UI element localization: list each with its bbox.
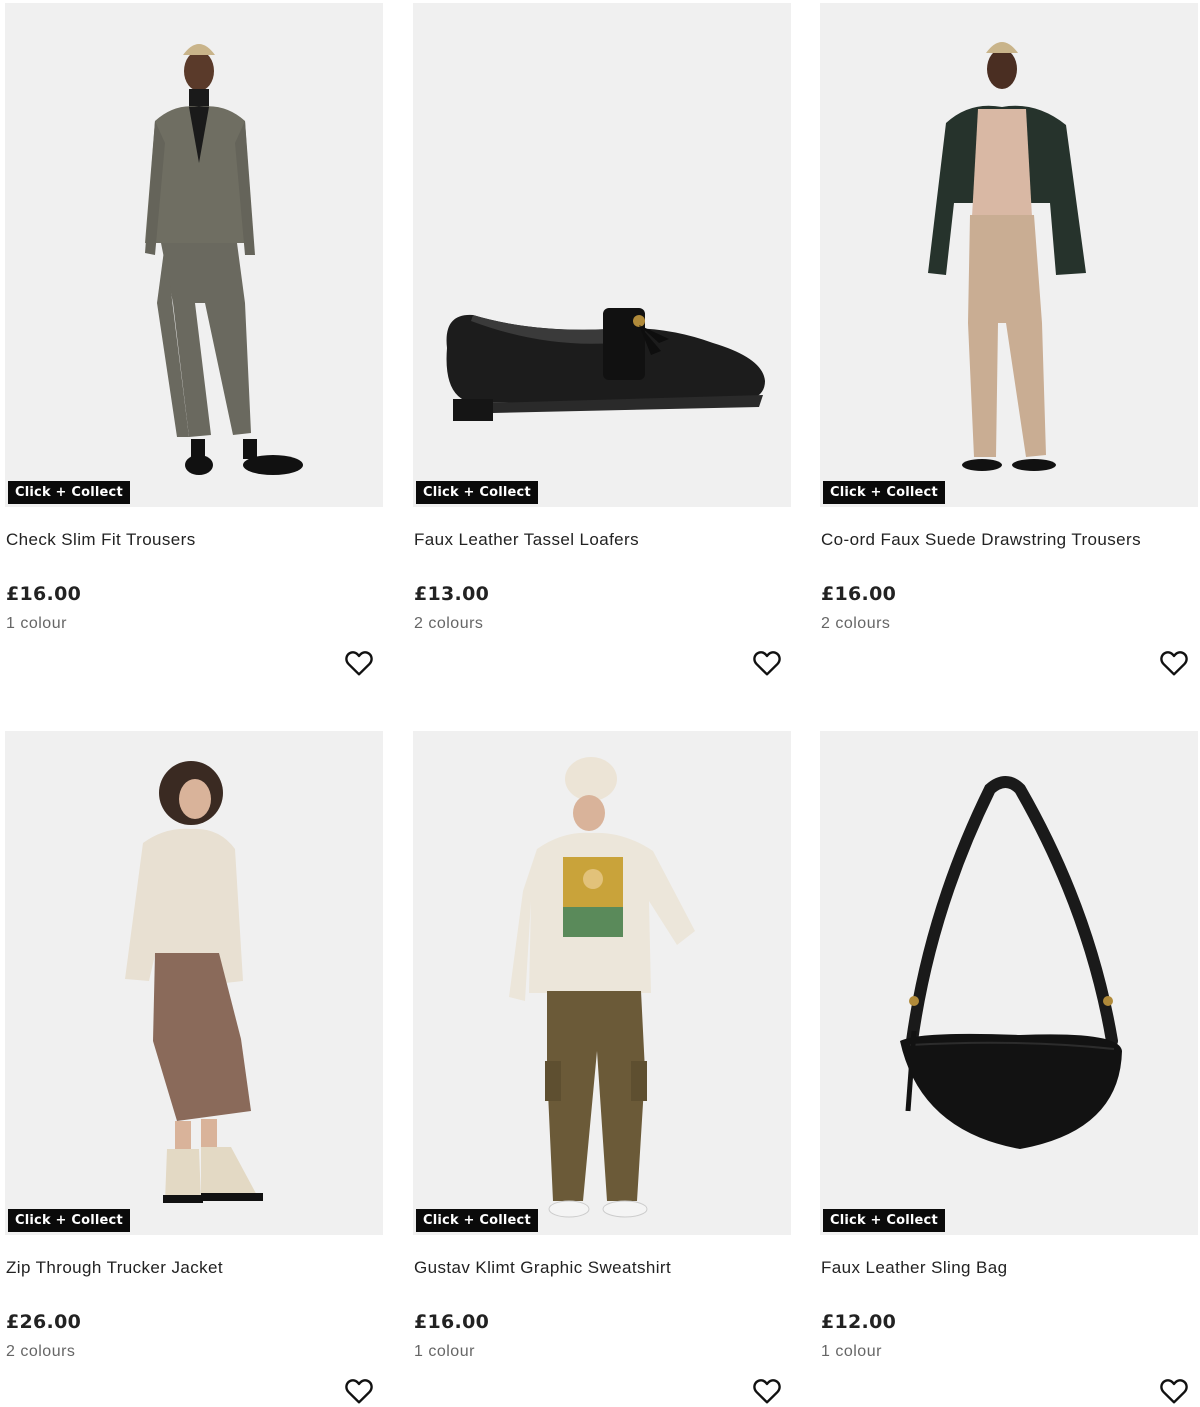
product-colour-count: 2 colours <box>6 1343 76 1360</box>
product-name[interactable]: Gustav Klimt Graphic Sweatshirt <box>414 1258 671 1278</box>
product-name[interactable]: Faux Leather Tassel Loafers <box>414 530 639 550</box>
product-price: £12.00 <box>821 1311 897 1333</box>
wishlist-heart-icon[interactable] <box>343 1375 375 1407</box>
model-check-suit-illustration <box>5 3 383 507</box>
product-card[interactable]: Click + Collect Gustav Klimt Graphic Swe… <box>413 731 791 1404</box>
product-price: £16.00 <box>821 583 897 605</box>
product-image-check-suit[interactable]: Click + Collect <box>5 3 383 507</box>
product-name[interactable]: Zip Through Trucker Jacket <box>6 1258 223 1278</box>
product-grid: Click + Collect Check Slim Fit Trousers … <box>0 0 1200 1405</box>
product-card[interactable]: Click + Collect Faux Leather Sling Bag £… <box>820 731 1198 1404</box>
product-price: £16.00 <box>414 1311 490 1333</box>
click-collect-badge: Click + Collect <box>823 481 945 504</box>
product-price: £16.00 <box>6 583 82 605</box>
product-colour-count: 1 colour <box>821 1343 882 1360</box>
click-collect-badge: Click + Collect <box>416 1209 538 1232</box>
model-bomber-beige-trousers-illustration <box>820 3 1198 507</box>
click-collect-badge: Click + Collect <box>416 481 538 504</box>
product-name[interactable]: Check Slim Fit Trousers <box>6 530 196 550</box>
product-image-trucker-jacket[interactable]: Click + Collect <box>5 731 383 1235</box>
model-klimt-sweatshirt-illustration <box>413 731 791 1235</box>
wishlist-heart-icon[interactable] <box>1158 647 1190 679</box>
product-price: £26.00 <box>6 1311 82 1333</box>
product-price: £13.00 <box>414 583 490 605</box>
model-cream-jacket-brown-skirt-illustration <box>5 731 383 1235</box>
product-name[interactable]: Co-ord Faux Suede Drawstring Trousers <box>821 530 1141 550</box>
product-image-drawstring-trousers[interactable]: Click + Collect <box>820 3 1198 507</box>
wishlist-heart-icon[interactable] <box>751 647 783 679</box>
wishlist-heart-icon[interactable] <box>1158 1375 1190 1407</box>
product-name[interactable]: Faux Leather Sling Bag <box>821 1258 1007 1278</box>
click-collect-badge: Click + Collect <box>8 481 130 504</box>
product-card[interactable]: Click + Collect Co-ord Faux Suede Drawst… <box>820 3 1198 676</box>
wishlist-heart-icon[interactable] <box>343 647 375 679</box>
product-image-tassel-loafer[interactable]: Click + Collect <box>413 3 791 507</box>
click-collect-badge: Click + Collect <box>823 1209 945 1232</box>
product-image-klimt-sweatshirt[interactable]: Click + Collect <box>413 731 791 1235</box>
black-tassel-loafer-illustration <box>413 3 791 507</box>
product-colour-count: 1 colour <box>6 615 67 632</box>
click-collect-badge: Click + Collect <box>8 1209 130 1232</box>
product-card[interactable]: Click + Collect Zip Through Trucker Jack… <box>5 731 383 1404</box>
product-colour-count: 2 colours <box>414 615 484 632</box>
product-colour-count: 2 colours <box>821 615 891 632</box>
product-colour-count: 1 colour <box>414 1343 475 1360</box>
product-card[interactable]: Click + Collect Faux Leather Tassel Loaf… <box>413 3 791 676</box>
product-card[interactable]: Click + Collect Check Slim Fit Trousers … <box>5 3 383 676</box>
black-sling-bag-illustration <box>820 731 1198 1235</box>
wishlist-heart-icon[interactable] <box>751 1375 783 1407</box>
product-image-sling-bag[interactable]: Click + Collect <box>820 731 1198 1235</box>
